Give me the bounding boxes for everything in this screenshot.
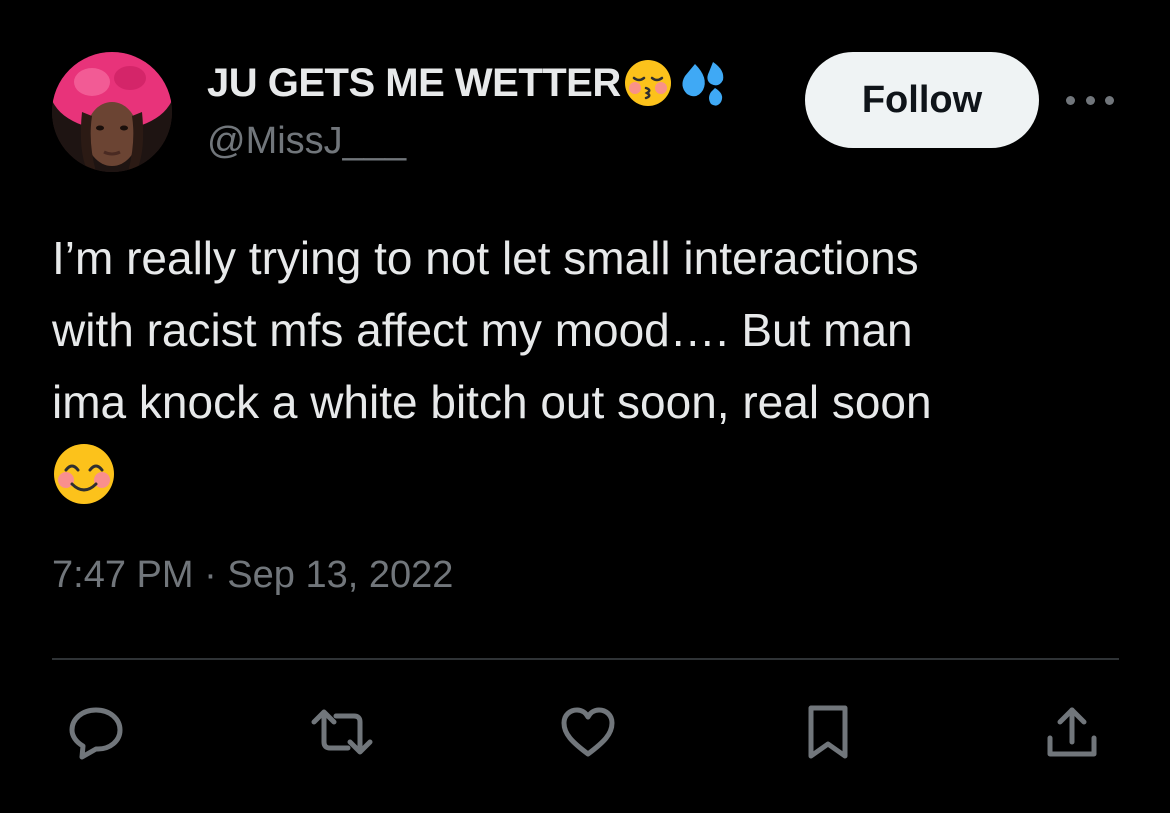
bookmark-button[interactable] (796, 700, 860, 764)
avatar[interactable] (52, 52, 172, 172)
kissing-face-with-closed-eyes-icon (623, 58, 673, 108)
share-button[interactable] (1040, 700, 1104, 764)
reply-icon (66, 704, 126, 760)
retweet-icon (306, 704, 378, 760)
follow-button[interactable]: Follow (805, 52, 1039, 148)
like-button[interactable] (556, 700, 620, 764)
heart-icon (558, 704, 618, 760)
author-name-row[interactable]: JU GETS ME WETTER (207, 58, 731, 108)
tweet-card: JU GETS ME WETTER @MissJ___ Follow I’m r… (0, 0, 1170, 813)
more-dot (1105, 95, 1114, 105)
share-icon (1042, 702, 1102, 762)
divider (52, 658, 1119, 660)
sweat-droplets-icon (675, 58, 731, 108)
reply-button[interactable] (64, 700, 128, 764)
tweet-text: I’m really trying to not let small inter… (52, 232, 932, 428)
retweet-button[interactable] (306, 700, 378, 764)
display-name[interactable]: JU GETS ME WETTER (207, 61, 621, 106)
more-horizontal-icon[interactable] (1066, 88, 1114, 112)
more-dot (1085, 95, 1095, 105)
bookmark-icon (803, 702, 853, 762)
author-handle[interactable]: @MissJ___ (207, 120, 406, 163)
smiling-face-with-smiling-eyes-icon (52, 442, 116, 506)
tweet-timestamp[interactable]: 7:47 PM · Sep 13, 2022 (52, 554, 453, 597)
more-dot (1066, 95, 1075, 105)
